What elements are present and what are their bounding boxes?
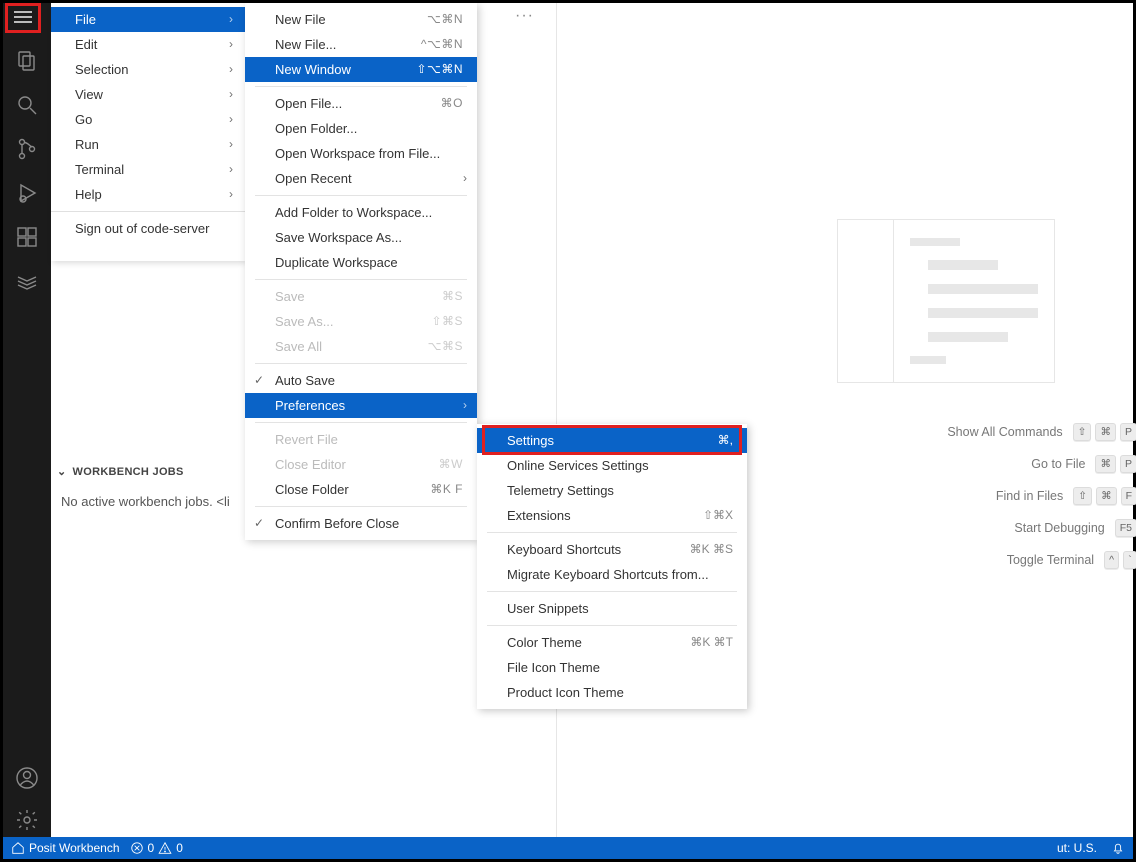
source-control-icon[interactable]	[15, 137, 39, 161]
chevron-right-icon: ›	[229, 7, 233, 32]
chevron-right-icon: ›	[229, 132, 233, 157]
workbench-jobs-body: No active workbench jobs. <li	[51, 484, 245, 519]
app-menu-edit[interactable]: Edit›	[51, 32, 245, 57]
file-open-workspace[interactable]: Open Workspace from File...	[245, 141, 477, 166]
file-revert: Revert File	[245, 427, 477, 452]
status-problems[interactable]: 0 0	[130, 841, 183, 855]
pref-telemetry[interactable]: Telemetry Settings	[477, 478, 747, 503]
welcome-cmd-go-to-file[interactable]: Go to File ⌘P	[817, 455, 1136, 473]
editor-group-right: Show All Commands ⇧⌘P Go to File ⌘P Find…	[557, 3, 1133, 838]
pref-online-services[interactable]: Online Services Settings	[477, 453, 747, 478]
file-preferences[interactable]: Preferences›	[245, 393, 477, 418]
error-icon	[130, 841, 144, 855]
file-open-folder[interactable]: Open Folder...	[245, 116, 477, 141]
chevron-right-icon: ›	[229, 182, 233, 207]
hamburger-menu-button[interactable]	[14, 8, 32, 26]
status-layout[interactable]: ut: U.S.	[1057, 841, 1097, 855]
file-close-editor: Close Editor⌘W	[245, 452, 477, 477]
extensions-icon[interactable]	[15, 225, 39, 249]
warning-icon	[158, 841, 172, 855]
bell-icon	[1111, 841, 1125, 855]
file-save-workspace-as[interactable]: Save Workspace As...	[245, 225, 477, 250]
app-menu-terminal[interactable]: Terminal›	[51, 157, 245, 182]
menu-separator	[487, 591, 737, 592]
welcome-commands: Show All Commands ⇧⌘P Go to File ⌘P Find…	[817, 423, 1136, 569]
file-new-file[interactable]: New File⌥⌘N	[245, 7, 477, 32]
welcome-cmd-toggle-terminal[interactable]: Toggle Terminal ^`	[817, 551, 1136, 569]
file-open-file[interactable]: Open File...⌘O	[245, 91, 477, 116]
menu-separator	[255, 506, 467, 507]
menu-separator	[51, 211, 245, 212]
search-icon[interactable]	[15, 93, 39, 117]
welcome-illustration	[837, 219, 1055, 383]
app-menu-help[interactable]: Help›	[51, 182, 245, 207]
chevron-right-icon: ›	[229, 32, 233, 57]
app-menu-sign-out[interactable]: Sign out of code-server	[51, 216, 245, 241]
menu-separator	[487, 532, 737, 533]
chevron-right-icon: ›	[229, 82, 233, 107]
pref-migrate-shortcuts[interactable]: Migrate Keyboard Shortcuts from...	[477, 562, 747, 587]
file-open-recent[interactable]: Open Recent›	[245, 166, 477, 191]
editor-group-more-button[interactable]: ···	[515, 7, 534, 25]
chevron-right-icon: ›	[229, 57, 233, 82]
pref-settings[interactable]: Settings⌘,	[477, 428, 747, 453]
file-menu: New File⌥⌘N New File...^⌥⌘N New Window⇧⌥…	[245, 3, 477, 540]
home-icon	[11, 841, 25, 855]
menu-separator	[255, 363, 467, 364]
file-new-window[interactable]: New Window⇧⌥⌘N	[245, 57, 477, 82]
chevron-down-icon: ⌄	[57, 465, 67, 478]
pref-color-theme[interactable]: Color Theme⌘K ⌘T	[477, 630, 747, 655]
file-new-file-ellipsis[interactable]: New File...^⌥⌘N	[245, 32, 477, 57]
chevron-right-icon: ›	[463, 166, 467, 191]
account-icon[interactable]	[15, 766, 39, 790]
preferences-menu: Settings⌘, Online Services Settings Tele…	[477, 424, 747, 709]
pref-file-icon-theme[interactable]: File Icon Theme	[477, 655, 747, 680]
file-add-folder[interactable]: Add Folder to Workspace...	[245, 200, 477, 225]
run-debug-icon[interactable]	[15, 181, 39, 205]
pref-user-snippets[interactable]: User Snippets	[477, 596, 747, 621]
welcome-cmd-start-debugging[interactable]: Start Debugging F5	[817, 519, 1136, 537]
menu-separator	[255, 422, 467, 423]
pref-keyboard-shortcuts[interactable]: Keyboard Shortcuts⌘K ⌘S	[477, 537, 747, 562]
app-menu-selection[interactable]: Selection›	[51, 57, 245, 82]
file-save: Save⌘S	[245, 284, 477, 309]
menu-separator	[255, 86, 467, 87]
file-save-as: Save As...⇧⌘S	[245, 309, 477, 334]
app-menu-view[interactable]: View›	[51, 82, 245, 107]
workbench-jobs-header[interactable]: ⌄ WORKBENCH JOBS	[51, 459, 245, 484]
explorer-icon[interactable]	[15, 49, 39, 73]
menu-separator	[487, 625, 737, 626]
chevron-right-icon: ›	[463, 393, 467, 418]
file-confirm-before-close[interactable]: ✓Confirm Before Close	[245, 511, 477, 536]
pref-product-icon-theme[interactable]: Product Icon Theme	[477, 680, 747, 705]
posit-icon[interactable]	[15, 269, 39, 293]
app-menu-go[interactable]: Go›	[51, 107, 245, 132]
app-menu-file[interactable]: File›	[51, 7, 245, 32]
workbench-jobs-panel: ⌄ WORKBENCH JOBS No active workbench job…	[51, 459, 245, 519]
status-bell[interactable]	[1111, 841, 1125, 855]
check-icon: ✓	[254, 368, 264, 393]
settings-gear-icon[interactable]	[15, 808, 39, 832]
welcome-cmd-find-in-files[interactable]: Find in Files ⇧⌘F	[817, 487, 1136, 505]
app-menu: File› Edit› Selection› View› Go› Run› Te…	[51, 3, 245, 261]
status-bar: Posit Workbench 0 0 ut: U.S.	[3, 837, 1133, 859]
app-menu-run[interactable]: Run›	[51, 132, 245, 157]
file-auto-save[interactable]: ✓Auto Save	[245, 368, 477, 393]
check-icon: ✓	[254, 511, 264, 536]
status-home[interactable]: Posit Workbench	[11, 841, 120, 855]
file-duplicate-workspace[interactable]: Duplicate Workspace	[245, 250, 477, 275]
chevron-right-icon: ›	[229, 157, 233, 182]
pref-extensions[interactable]: Extensions⇧⌘X	[477, 503, 747, 528]
welcome-cmd-show-all[interactable]: Show All Commands ⇧⌘P	[817, 423, 1136, 441]
menu-separator	[255, 279, 467, 280]
file-save-all: Save All⌥⌘S	[245, 334, 477, 359]
activity-bar	[3, 3, 51, 840]
file-close-folder[interactable]: Close Folder⌘K F	[245, 477, 477, 502]
chevron-right-icon: ›	[229, 107, 233, 132]
menu-separator	[255, 195, 467, 196]
